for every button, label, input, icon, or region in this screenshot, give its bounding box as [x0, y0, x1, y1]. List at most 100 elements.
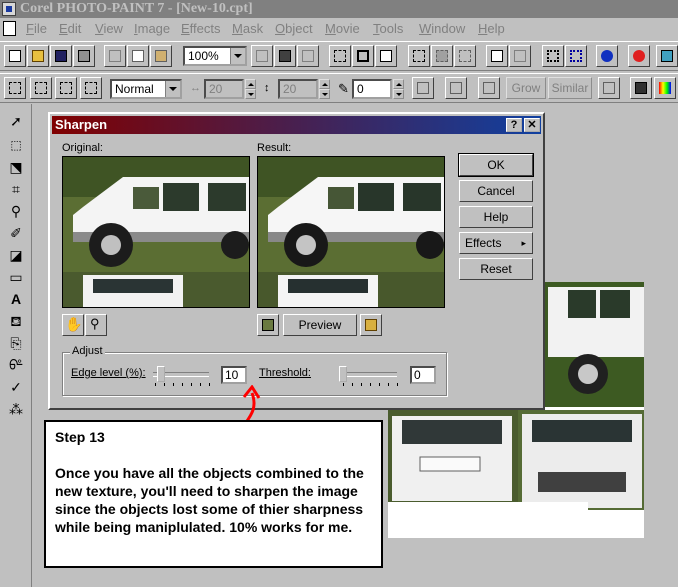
tool-eraser[interactable]: ◪ [4, 244, 28, 266]
new-file-button[interactable] [4, 45, 26, 67]
menu-view[interactable]: View [95, 18, 123, 40]
tool-rectangle[interactable]: ▭ [4, 266, 28, 288]
transform-position-button[interactable] [329, 45, 351, 67]
text-tool-icon: A [10, 291, 22, 307]
tool-fill[interactable]: ⛾ [4, 310, 28, 332]
menu-edit[interactable]: Edit [59, 18, 81, 40]
menu-window[interactable]: Window [419, 18, 465, 40]
ok-button[interactable]: OK [458, 153, 534, 177]
object-build-icon [279, 50, 291, 62]
menu-mask[interactable]: Mask [232, 18, 263, 40]
merge-mode-select[interactable]: Normal [110, 79, 182, 99]
info-button[interactable] [596, 45, 618, 67]
mask-mode-xor-button[interactable] [80, 77, 102, 99]
paste-button[interactable] [150, 45, 172, 67]
object-select-button[interactable] [486, 45, 508, 67]
similar-button[interactable]: Similar [548, 77, 592, 99]
edge-level-field[interactable]: 10 [221, 366, 247, 384]
object-build-button[interactable] [274, 45, 296, 67]
close-button[interactable]: ✕ [524, 118, 540, 132]
tool-zoom[interactable]: ⚲ [4, 200, 28, 222]
object-clip-button[interactable] [297, 45, 319, 67]
tool-pointer[interactable]: ➚ [4, 110, 28, 132]
tool-mask-transform[interactable]: ⬔ [4, 156, 28, 178]
tool-text[interactable]: A [4, 288, 28, 310]
height-field[interactable]: 20 [278, 79, 318, 99]
threshold-ticks [343, 383, 399, 387]
help-question-button[interactable]: ? [506, 118, 522, 132]
zoom-tool-button[interactable]: ⚲ [85, 314, 107, 336]
result-preview[interactable] [257, 156, 445, 308]
window-button[interactable] [656, 45, 678, 67]
corel-button[interactable] [628, 45, 650, 67]
chevron-down-icon[interactable] [165, 81, 180, 97]
tolerance-spinner[interactable] [393, 79, 404, 99]
color-button[interactable] [654, 77, 676, 99]
tolerance-field[interactable]: 0 [352, 79, 392, 99]
tool-mask[interactable]: ⬚ [4, 134, 28, 156]
document-icon[interactable] [3, 21, 16, 36]
color-palette-icon [659, 82, 671, 94]
tool-crop[interactable]: ⌗ [4, 178, 28, 200]
mask-button[interactable] [408, 45, 430, 67]
menu-tools[interactable]: Tools [373, 18, 403, 40]
threshold-field[interactable]: 0 [410, 366, 436, 384]
reset-button[interactable]: Reset [459, 258, 533, 280]
antialias-button[interactable] [445, 77, 467, 99]
mask-edit-button[interactable] [478, 77, 500, 99]
split-preview-button[interactable] [257, 314, 279, 336]
mask-invert-button[interactable] [565, 45, 587, 67]
app-title-bar[interactable]: Corel PHOTO-PAINT 7 - [New-10.cpt] [0, 0, 678, 18]
chevron-down-icon[interactable] [230, 48, 245, 64]
tool-eyedropper[interactable]: ✐ [4, 222, 28, 244]
grow-button[interactable]: Grow [506, 77, 546, 99]
mask-subtract-icon [60, 82, 72, 94]
mask-mode-normal-button[interactable] [4, 77, 26, 99]
zoom-select[interactable]: 100% [183, 46, 247, 66]
hand-tool-button[interactable]: ✋ [62, 314, 84, 336]
save-button[interactable] [50, 45, 72, 67]
menu-file[interactable]: File [26, 18, 47, 40]
window-title: Corel PHOTO-PAINT 7 - [New-10.cpt] [20, 1, 253, 16]
menu-help[interactable]: Help [478, 18, 505, 40]
rect-mask-tool-icon: ⬚ [10, 138, 22, 152]
menu-image[interactable]: Image [134, 18, 170, 40]
mask-rect-button[interactable] [542, 45, 564, 67]
width-field[interactable]: 20 [204, 79, 244, 99]
mask-mode-add-button[interactable] [30, 77, 52, 99]
cut-button[interactable] [104, 45, 126, 67]
tool-brush[interactable]: ᢨ [4, 354, 28, 376]
mask-mode-subtract-button[interactable] [55, 77, 77, 99]
app-icon[interactable] [2, 2, 16, 16]
menu-object[interactable]: Object [275, 18, 313, 40]
step-title: Step 13 [55, 429, 105, 445]
menu-movie[interactable]: Movie [325, 18, 360, 40]
copy-button[interactable] [127, 45, 149, 67]
dialog-title-bar[interactable]: Sharpen [52, 116, 541, 134]
feather-button[interactable] [412, 77, 434, 99]
threshold-slider[interactable] [339, 366, 347, 382]
print-button[interactable] [73, 45, 95, 67]
mask-overlay-button[interactable] [431, 45, 453, 67]
tool-clone[interactable]: ⎘ [4, 332, 28, 354]
effects-button[interactable]: Effects ▸ [459, 232, 533, 254]
edge-level-slider[interactable] [156, 366, 165, 382]
menu-effects[interactable]: Effects [181, 18, 221, 40]
film-button[interactable] [630, 77, 652, 99]
lock-preview-button[interactable] [360, 314, 382, 336]
original-preview[interactable] [62, 156, 250, 308]
width-spinner[interactable] [245, 79, 256, 99]
cancel-button[interactable]: Cancel [459, 180, 533, 202]
tool-image-sprayer[interactable]: ⁂ [4, 398, 28, 420]
tool-effect[interactable]: ✓ [4, 376, 28, 398]
transform-edit-button[interactable] [375, 45, 397, 67]
open-button[interactable] [27, 45, 49, 67]
object-combine-button[interactable] [251, 45, 273, 67]
transform-scale-button[interactable] [352, 45, 374, 67]
help-button[interactable]: Help [459, 206, 533, 228]
height-spinner[interactable] [319, 79, 330, 99]
object-marquee-button[interactable] [509, 45, 531, 67]
mask-marquee-button[interactable] [454, 45, 476, 67]
stroke-mask-button[interactable] [598, 77, 620, 99]
preview-button[interactable]: Preview [283, 314, 357, 336]
